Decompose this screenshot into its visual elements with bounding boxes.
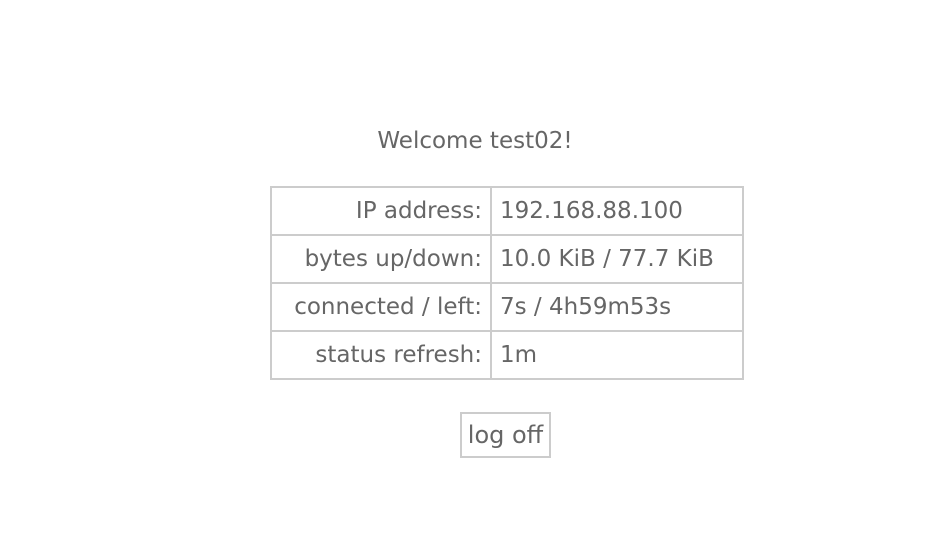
connected-label: connected / left: — [270, 282, 492, 332]
ip-address-label: IP address: — [270, 186, 492, 236]
table-row-connected: connected / left: 7s / 4h59m53s — [270, 282, 744, 332]
status-table: IP address: 192.168.88.100 bytes up/down… — [270, 186, 744, 380]
status-refresh-value: 1m — [490, 330, 744, 380]
ip-address-value: 192.168.88.100 — [490, 186, 744, 236]
welcome-message: Welcome test02! — [377, 128, 573, 154]
table-row-bytes: bytes up/down: 10.0 KiB / 77.7 KiB — [270, 234, 744, 284]
status-refresh-label: status refresh: — [270, 330, 492, 380]
bytes-label: bytes up/down: — [270, 234, 492, 284]
table-row-status-refresh: status refresh: 1m — [270, 330, 744, 380]
connected-value: 7s / 4h59m53s — [490, 282, 744, 332]
bytes-value: 10.0 KiB / 77.7 KiB — [490, 234, 744, 284]
table-row-ip-address: IP address: 192.168.88.100 — [270, 186, 744, 236]
log-off-button[interactable]: log off — [460, 412, 551, 458]
